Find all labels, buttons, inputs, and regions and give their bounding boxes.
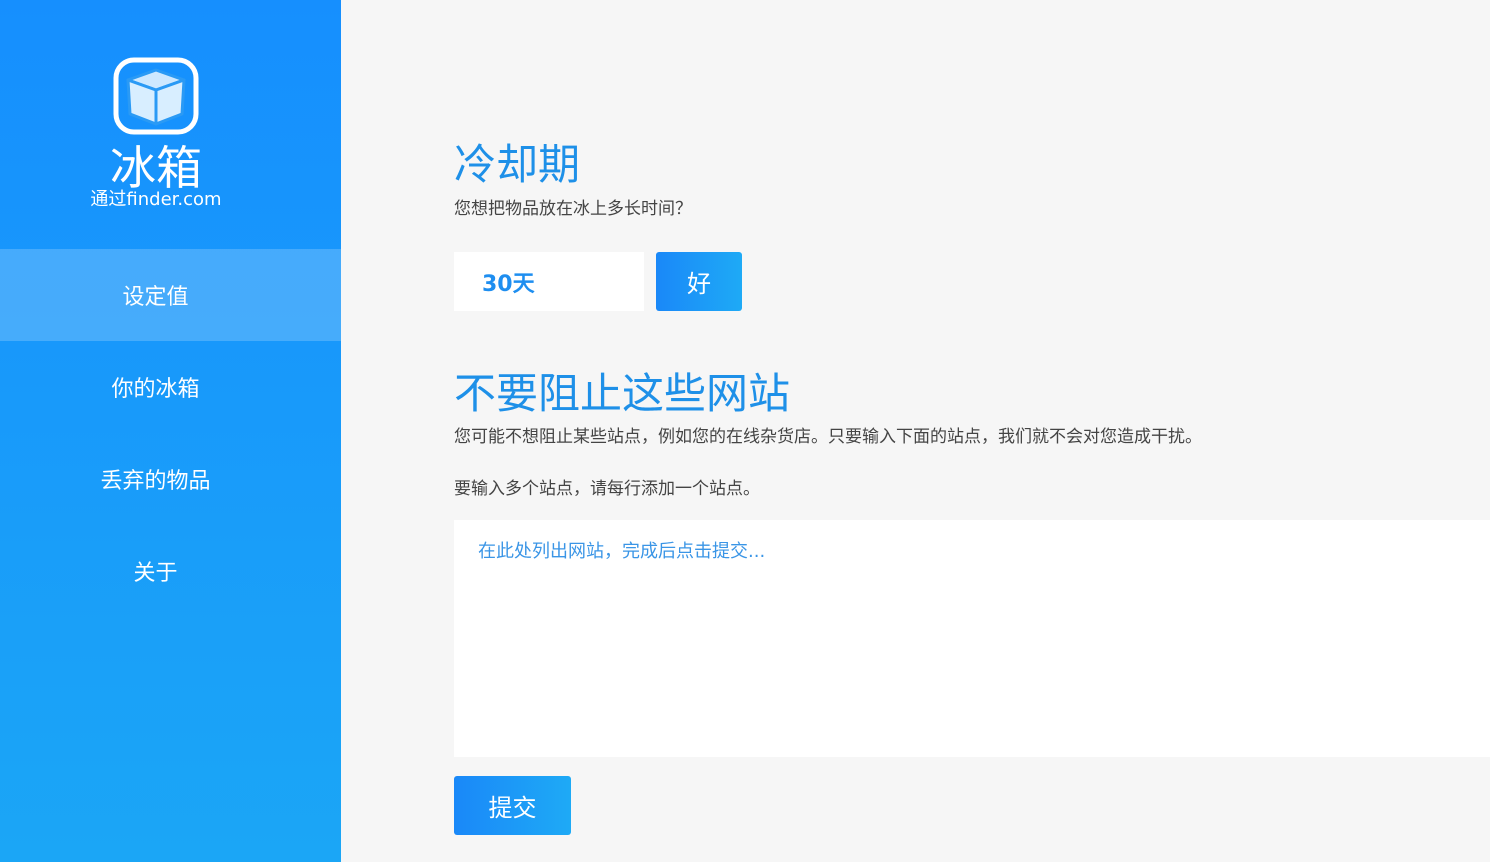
- sidebar-item-your-fridge[interactable]: 你的冰箱: [0, 341, 341, 433]
- sites-textarea[interactable]: [454, 520, 1490, 757]
- main-content: 冷却期 您想把物品放在冰上多长时间？ 好 不要阻止这些网站 您可能不想阻止某些站…: [341, 0, 1490, 862]
- ice-cube-icon: [113, 57, 199, 135]
- cooldown-description: 您想把物品放在冰上多长时间？: [454, 199, 692, 219]
- app-subtitle: 通过finder.com: [90, 189, 222, 210]
- whitelist-description: 您可能不想阻止某些站点，例如您的在线杂货店。只要输入下面的站点，我们就不会对您造…: [454, 427, 1202, 447]
- sidebar-item-label: 设定值: [122, 285, 189, 310]
- sidebar-item-about[interactable]: 关于: [0, 525, 341, 617]
- sidebar-item-label: 丢弃的物品: [100, 469, 211, 494]
- cooldown-days-input[interactable]: [454, 252, 644, 311]
- sidebar-item-label: 关于: [133, 561, 178, 586]
- whitelist-hint: 要输入多个站点，请每行添加一个站点。: [454, 479, 760, 499]
- submit-button[interactable]: 提交: [454, 776, 571, 835]
- whitelist-heading: 不要阻止这些网站: [454, 369, 791, 418]
- sidebar: 冰箱 通过finder.com 设定值 你的冰箱 丢弃的物品 关于: [0, 0, 341, 862]
- app-window: 冰箱 通过finder.com 设定值 你的冰箱 丢弃的物品 关于 冷却期 您想…: [0, 0, 1490, 862]
- sidebar-item-settings[interactable]: 设定值: [0, 249, 341, 341]
- ok-button[interactable]: 好: [656, 252, 742, 311]
- cooldown-heading: 冷却期: [454, 140, 581, 189]
- app-title: 冰箱: [110, 141, 202, 195]
- sidebar-item-discarded-items[interactable]: 丢弃的物品: [0, 433, 341, 525]
- sidebar-item-label: 你的冰箱: [111, 377, 200, 402]
- brand: 冰箱 通过finder.com: [0, 0, 341, 249]
